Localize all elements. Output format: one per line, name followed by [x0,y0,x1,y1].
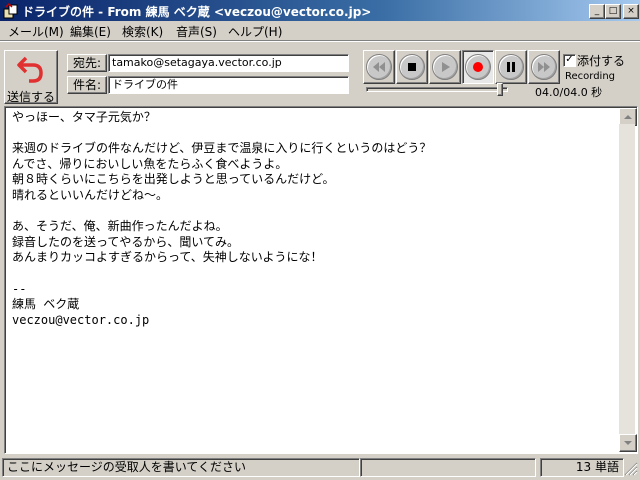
scroll-up-icon [624,115,632,119]
recording-time: 04.0/04.0 秒 [535,86,603,99]
pause-icon [498,54,524,80]
status-message: ここにメッセージの受取人を書いてください [2,458,360,477]
record-button[interactable] [462,50,494,84]
recording-slider-thumb[interactable] [497,83,503,96]
menu-divider-highlight [0,41,640,42]
play-button[interactable] [429,50,461,84]
menu-mail[interactable]: メール(M) [8,23,64,40]
to-label: 宛先: [67,54,107,72]
minimize-button[interactable]: _ [589,4,605,19]
message-body-area[interactable]: やっほー、タマ子元気か？ 来週のドライブの件なんだけど、伊豆まで温泉に入りに行く… [4,106,638,454]
attach-checkbox[interactable]: ✓ [563,54,576,67]
close-button[interactable]: × [623,4,639,19]
status-bar: ここにメッセージの受取人を書いてください 13 単語 [0,456,640,480]
status-pane-empty [360,458,536,477]
send-arrow-icon [17,56,43,83]
rewind-button[interactable] [363,50,395,84]
subject-field[interactable]: ドライブの件 [108,76,349,94]
send-button[interactable]: 送信する [4,50,58,104]
attach-label[interactable]: 添付する [577,52,625,69]
window-title: ドライブの件 - From 練馬 ベク蔵 <veczou@vector.co.j… [22,5,372,19]
fast-forward-button[interactable] [528,50,560,84]
menu-help[interactable]: ヘルプ(H) [228,23,282,40]
scroll-down-button[interactable] [619,434,637,452]
menu-edit[interactable]: 編集(E) [70,23,111,40]
title-bar[interactable]: ドライブの件 - From 練馬 ベク蔵 <veczou@vector.co.j… [0,0,640,21]
play-icon [432,54,458,80]
menu-voice[interactable]: 音声(S) [176,23,217,40]
resize-grip-icon[interactable] [624,462,638,476]
stop-button[interactable] [396,50,428,84]
rewind-icon [366,54,392,80]
stop-icon [399,54,425,80]
word-count: 13 単語 [540,458,624,477]
recording-slider-track[interactable] [366,87,508,92]
fast-forward-icon [531,54,557,80]
scroll-track[interactable] [619,124,635,434]
scroll-down-icon [624,441,632,445]
menu-bar: メール(M) 編集(E) 検索(K) 音声(S) ヘルプ(H) [0,21,640,40]
subject-label: 件名: [67,76,107,94]
to-field[interactable]: tamako@setagaya.vector.co.jp [108,54,349,72]
record-icon [465,54,491,80]
recording-status: Recording [565,71,616,82]
pause-button[interactable] [495,50,527,84]
menu-search[interactable]: 検索(K) [122,23,163,40]
maximize-button[interactable]: □ [605,4,621,19]
send-button-label: 送信する [6,90,55,104]
app-icon[interactable] [3,3,19,19]
message-body-text[interactable]: やっほー、タマ子元気か？ 来週のドライブの件なんだけど、伊豆まで温泉に入りに行く… [12,110,431,328]
